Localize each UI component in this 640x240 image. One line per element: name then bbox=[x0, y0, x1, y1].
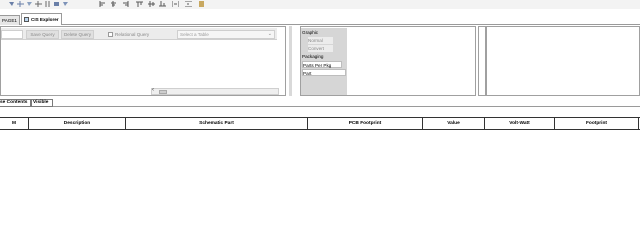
relational-query-label: Relational Query bbox=[115, 32, 150, 37]
place-junction-icon[interactable] bbox=[44, 1, 51, 7]
scroll-left-icon[interactable]: ‹ bbox=[152, 87, 154, 93]
place-bus-icon[interactable] bbox=[35, 1, 42, 7]
tab-label: CIS Explorer bbox=[31, 17, 59, 22]
table-select-value: Select a Table bbox=[180, 32, 209, 37]
column-header[interactable]: Schematic Part bbox=[126, 118, 308, 130]
pane-splitter[interactable] bbox=[289, 26, 292, 96]
query-toolbar: Save Query Delete Query Relational Query… bbox=[1, 28, 277, 40]
horizontal-scrollbar[interactable]: ‹ bbox=[151, 87, 279, 95]
align-left-icon[interactable] bbox=[99, 1, 106, 7]
align-middle-icon[interactable] bbox=[148, 1, 155, 7]
delete-query-button[interactable]: Delete Query bbox=[61, 30, 94, 39]
column-header[interactable]: M bbox=[0, 118, 29, 130]
align-bottom-icon[interactable] bbox=[159, 1, 166, 7]
document-tabs: PAGE1 CIS Explorer bbox=[0, 13, 640, 25]
table-header: M Description Schematic Part PCB Footpri… bbox=[0, 117, 640, 130]
property-parts-per-pkg[interactable]: Parts Per Pkg bbox=[302, 61, 342, 68]
tab-visible[interactable]: Visible bbox=[31, 99, 53, 107]
property-normal[interactable]: Normal bbox=[308, 37, 333, 44]
cis-explorer-icon bbox=[24, 17, 29, 22]
tab-cis-explorer[interactable]: CIS Explorer bbox=[21, 13, 62, 25]
property-part[interactable]: Part bbox=[302, 69, 346, 76]
column-header[interactable]: Value bbox=[423, 118, 485, 130]
align-right-icon[interactable] bbox=[122, 1, 129, 7]
scrollbar-thumb[interactable] bbox=[159, 90, 167, 94]
property-part-label: Part bbox=[303, 71, 312, 76]
place-power-icon[interactable] bbox=[53, 1, 60, 7]
distribute-vertical-icon[interactable] bbox=[185, 1, 192, 7]
align-center-icon[interactable] bbox=[110, 1, 117, 7]
chevron-down-icon: ⌄ bbox=[267, 31, 272, 37]
property-convert[interactable]: Convert bbox=[308, 45, 333, 52]
results-tabs: se Contents Visible bbox=[0, 99, 640, 107]
relational-query-checkbox[interactable] bbox=[108, 32, 113, 37]
query-dropdown[interactable] bbox=[1, 30, 23, 39]
property-grid: Graphic Normal Convert Packaging Parts P… bbox=[301, 28, 347, 95]
place-net-icon[interactable] bbox=[26, 1, 33, 7]
part-editor-icon[interactable] bbox=[198, 1, 205, 7]
main-toolbar bbox=[0, 0, 640, 9]
property-packaging: Packaging bbox=[302, 54, 324, 59]
results-table: M Description Schematic Part PCB Footpri… bbox=[0, 117, 640, 219]
table-select[interactable]: Select a Table ⌄ bbox=[177, 30, 275, 39]
align-top-icon[interactable] bbox=[136, 1, 143, 7]
tab-page1[interactable]: PAGE1 bbox=[0, 15, 20, 25]
save-query-button[interactable]: Save Query bbox=[26, 30, 59, 39]
place-ground-icon[interactable] bbox=[62, 1, 69, 7]
column-header[interactable]: Volt-Watt bbox=[485, 118, 555, 130]
preview-pane bbox=[486, 26, 640, 96]
tab-label: PAGE1 bbox=[2, 18, 17, 23]
column-header[interactable]: Description bbox=[29, 118, 126, 130]
property-graphic: Graphic bbox=[302, 30, 319, 35]
tab-database-contents[interactable]: se Contents bbox=[0, 99, 31, 107]
preview-pane-scroll[interactable] bbox=[478, 26, 486, 96]
column-header[interactable]: Footprint bbox=[555, 118, 639, 130]
column-header[interactable]: PCB Footprint bbox=[308, 118, 423, 130]
query-pane: Save Query Delete Query Relational Query… bbox=[0, 26, 286, 96]
place-part-icon[interactable] bbox=[8, 1, 15, 7]
place-wire-icon[interactable] bbox=[17, 1, 24, 7]
distribute-icon[interactable] bbox=[172, 1, 179, 7]
property-pane: Graphic Normal Convert Packaging Parts P… bbox=[300, 26, 476, 96]
